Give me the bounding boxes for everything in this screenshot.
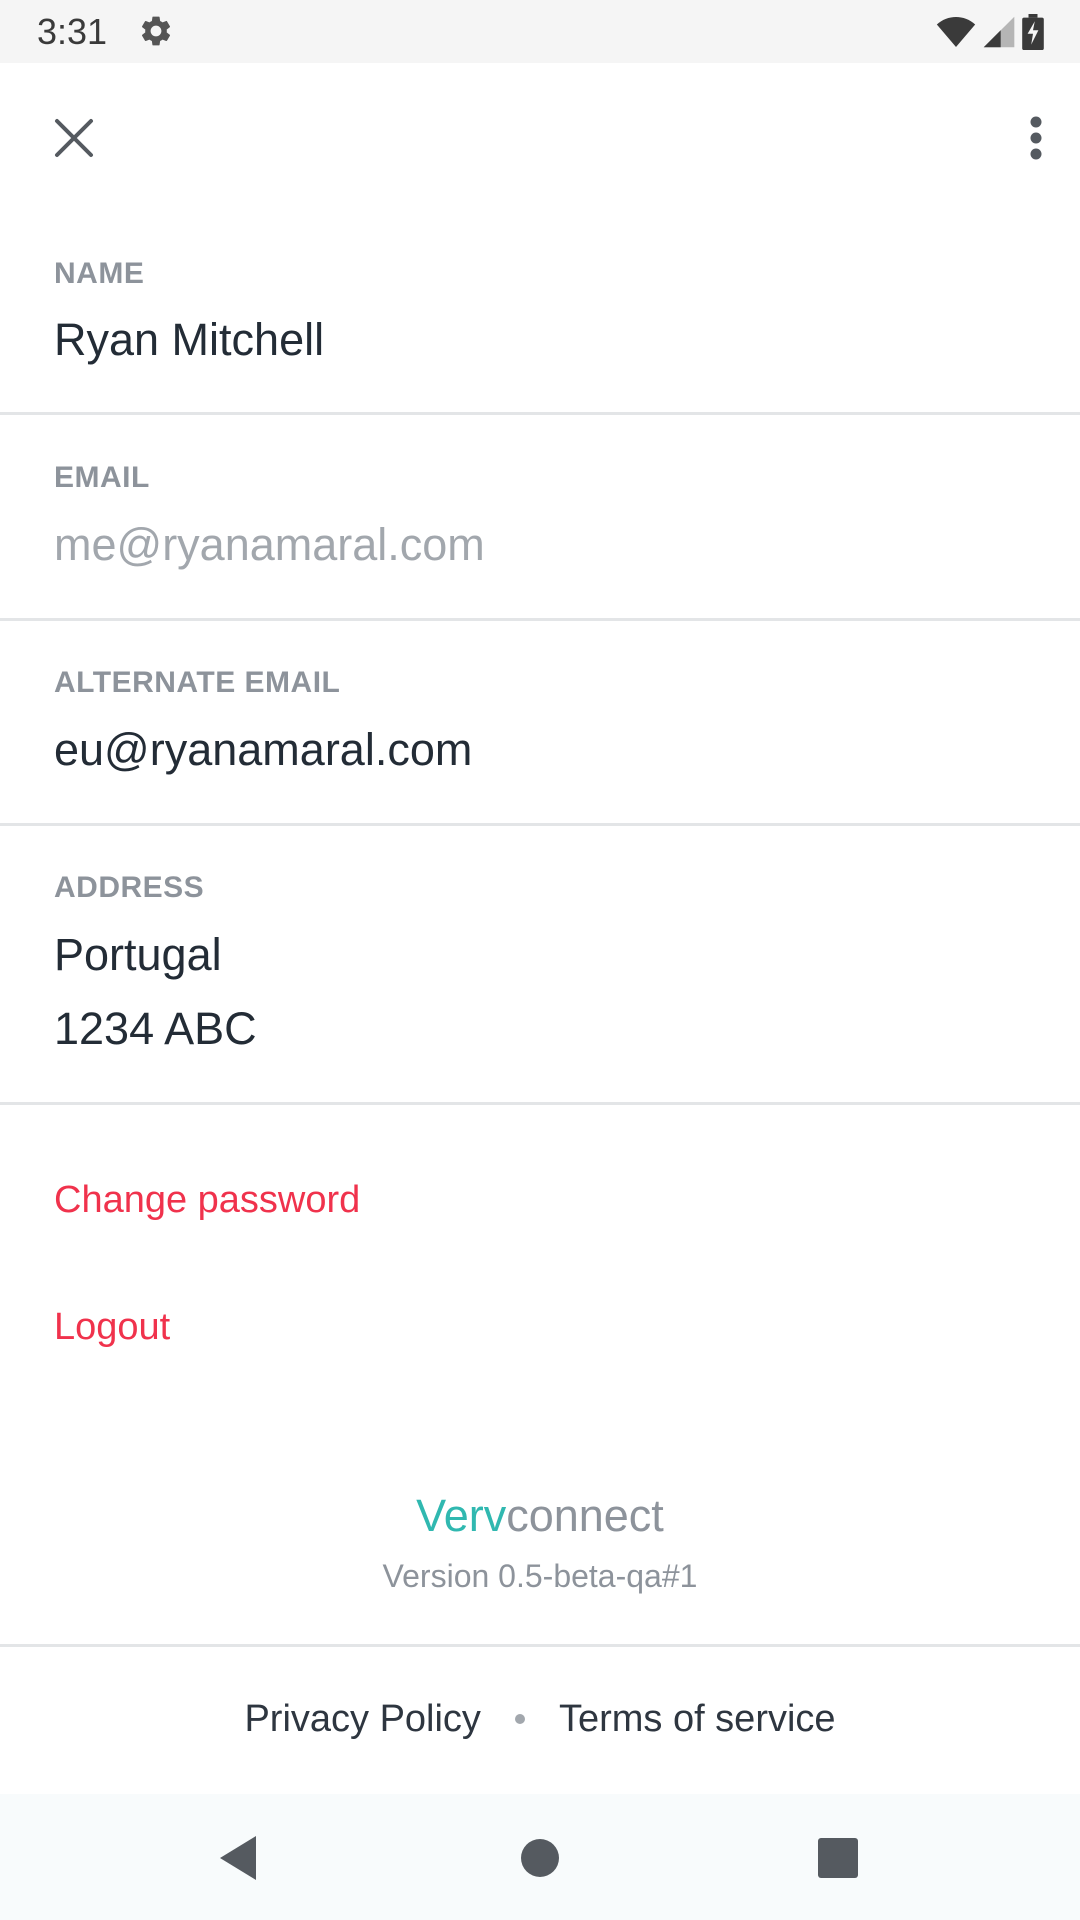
name-field[interactable]: NAME Ryan Mitchell	[0, 206, 1080, 415]
home-icon[interactable]	[516, 1834, 564, 1882]
footer-separator-dot	[514, 1714, 525, 1724]
close-icon	[55, 119, 93, 157]
footer-divider	[0, 1644, 1080, 1647]
email-field[interactable]: EMAIL me@ryanamaral.com	[0, 415, 1080, 621]
status-time: 3:31	[37, 11, 108, 52]
alternate-email-label: ALTERNATE EMAIL	[54, 666, 341, 699]
footer-links: Privacy Policy Terms of service	[0, 1694, 1080, 1744]
alternate-email-field[interactable]: ALTERNATE EMAIL eu@ryanamaral.com	[0, 621, 1080, 826]
battery-charging-icon	[1022, 14, 1044, 50]
address-line-2: 1234 ABC	[54, 1003, 257, 1054]
more-options-button[interactable]	[1006, 108, 1066, 168]
version-text: Version 0.5-beta-qa#1	[382, 1558, 698, 1594]
gear-icon	[141, 16, 171, 46]
terms-of-service-link[interactable]: Terms of service	[559, 1694, 836, 1744]
email-value: me@ryanamaral.com	[54, 519, 485, 570]
system-nav-bar	[0, 1794, 1080, 1920]
signal-icon	[983, 16, 1015, 48]
status-icons	[936, 14, 1044, 50]
email-label: EMAIL	[54, 461, 150, 494]
back-icon[interactable]	[216, 1834, 264, 1882]
wifi-icon	[936, 17, 976, 47]
brand-connect: connect	[506, 1490, 664, 1541]
name-label: NAME	[54, 257, 145, 290]
address-field[interactable]: ADDRESS Portugal 1234 ABC	[0, 826, 1080, 1105]
brand-verv: Verv	[416, 1490, 507, 1541]
name-value: Ryan Mitchell	[54, 314, 325, 365]
alternate-email-value: eu@ryanamaral.com	[54, 724, 473, 775]
privacy-policy-link[interactable]: Privacy Policy	[244, 1694, 481, 1744]
more-vert-icon	[1030, 116, 1042, 160]
address-line-1: Portugal	[54, 929, 222, 980]
change-password-button[interactable]: Change password	[54, 1176, 360, 1224]
brand-logo: Vervconnect	[0, 1488, 1080, 1544]
recent-apps-icon[interactable]	[814, 1834, 862, 1882]
close-button[interactable]	[44, 108, 104, 168]
status-bar: 3:31	[0, 0, 1080, 63]
address-label: ADDRESS	[54, 871, 205, 904]
logout-button[interactable]: Logout	[54, 1303, 170, 1351]
